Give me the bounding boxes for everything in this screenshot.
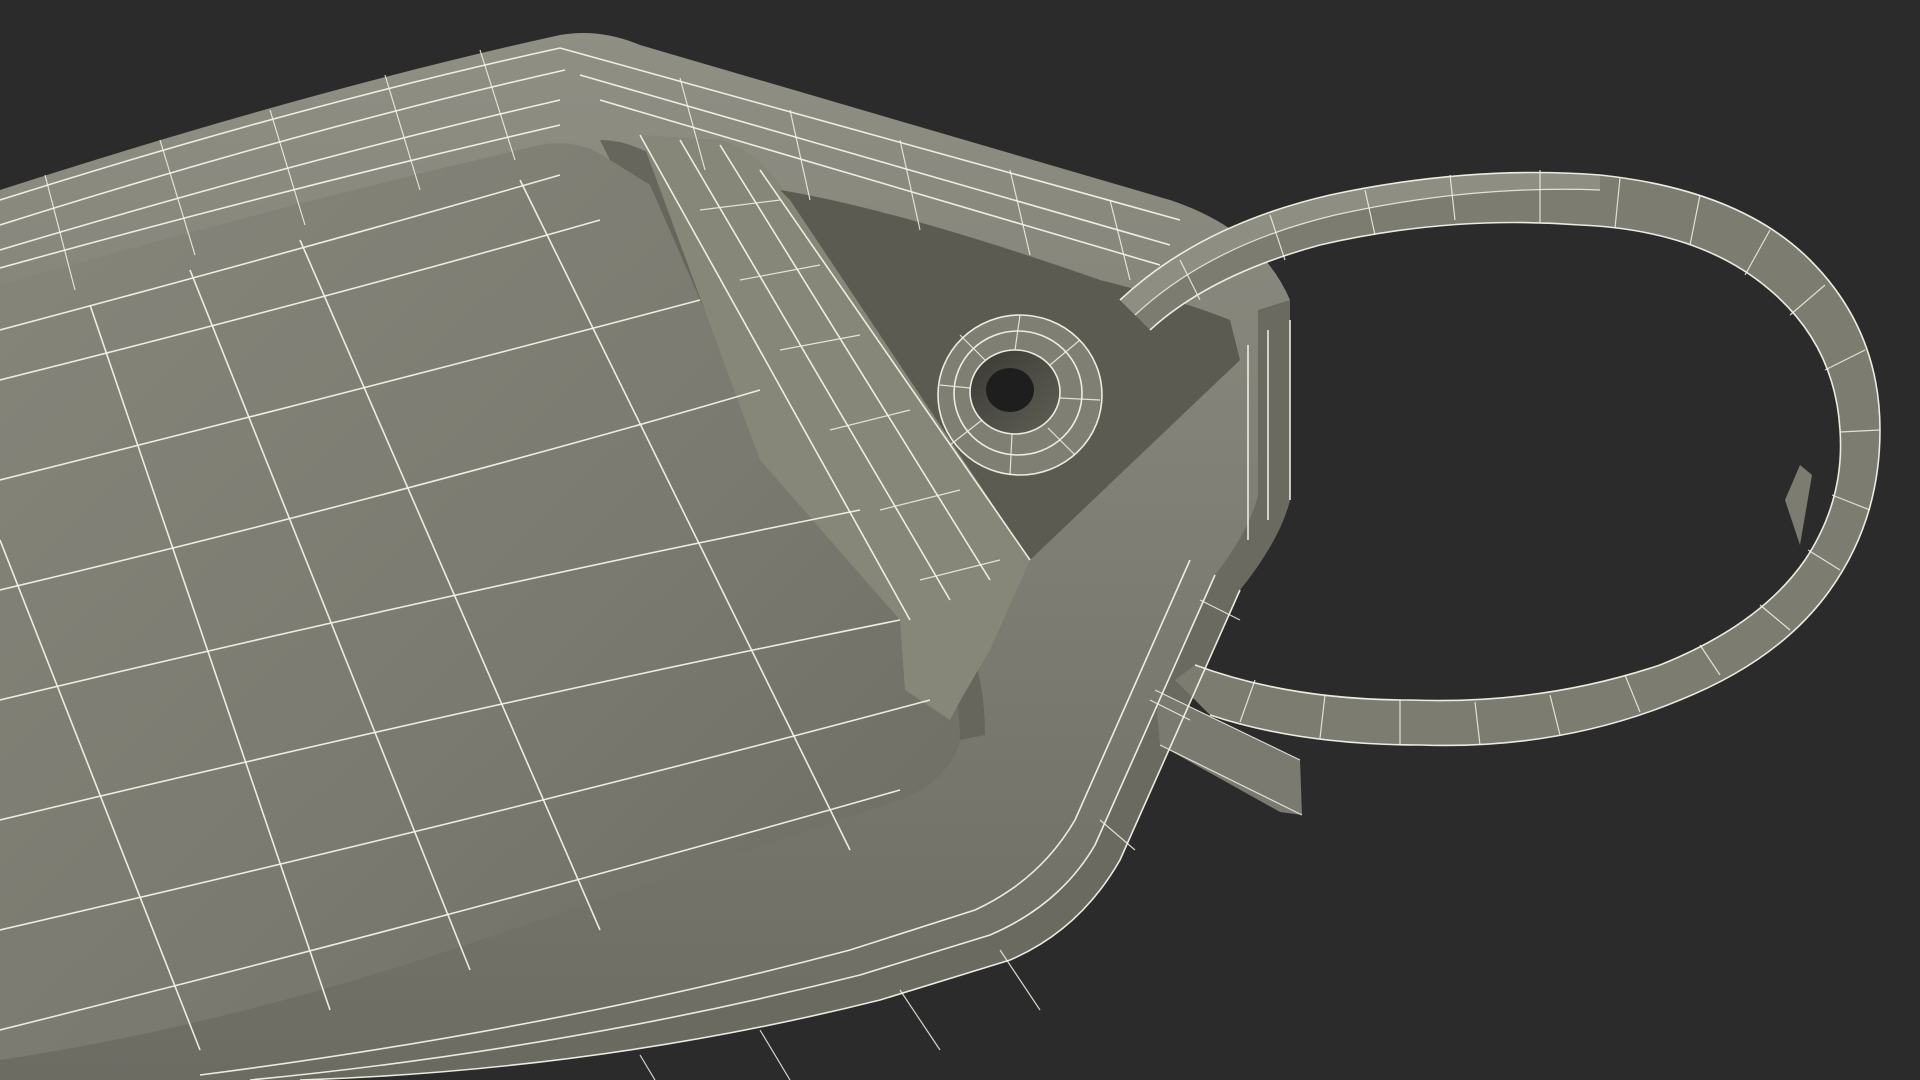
key-hole [938, 315, 1102, 475]
render-viewport [0, 0, 1920, 1080]
wireframe-render [0, 32, 1881, 1080]
